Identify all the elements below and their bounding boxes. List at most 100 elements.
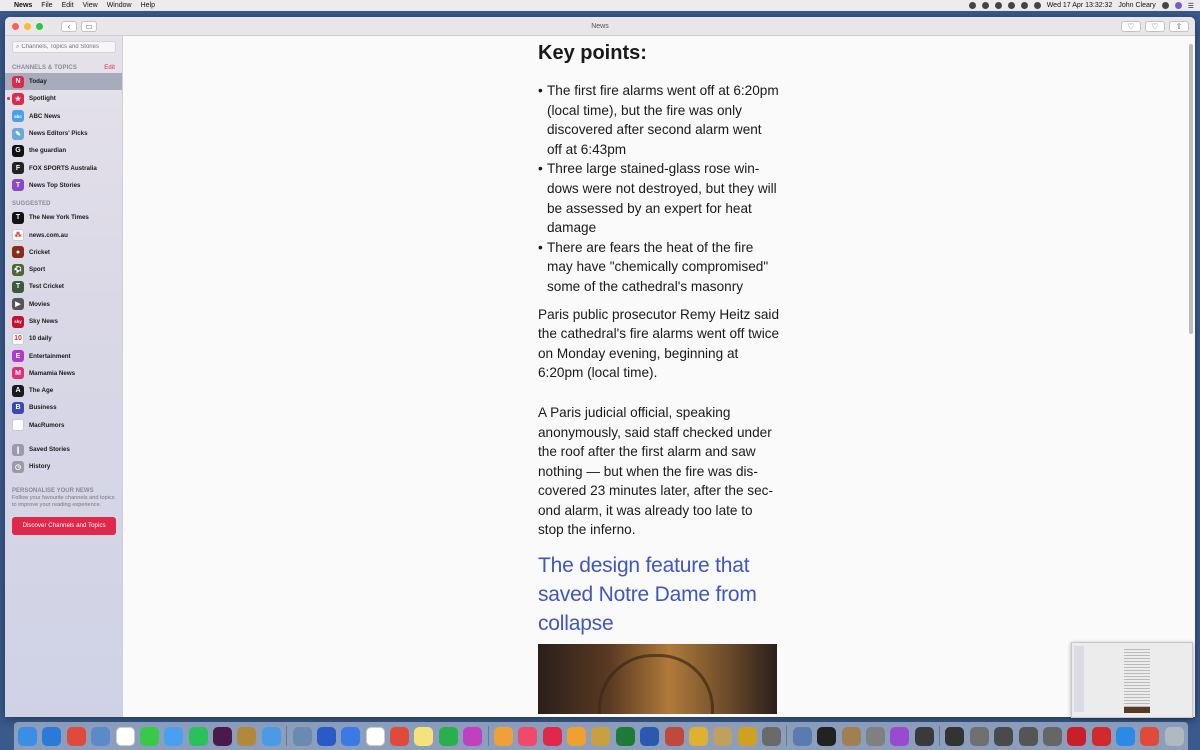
dock-fantastical-icon[interactable] [390,726,409,746]
notre-dame-image[interactable] [538,644,777,715]
dock-facetime-icon[interactable] [139,726,159,746]
dock-things-icon[interactable] [341,726,361,746]
sidebar-item-saved-stories[interactable]: ❙ Saved Stories [5,441,122,458]
minimize-window-button[interactable] [24,22,31,30]
edit-button[interactable]: Edit [104,65,115,71]
dock-chrome-icon[interactable] [66,726,86,746]
notification-center-icon[interactable]: ☰ [1188,2,1194,10]
menu-window[interactable]: Window [107,2,132,9]
dock-excel-icon[interactable] [615,726,635,746]
dock-app-c-icon[interactable] [737,726,757,746]
dock-app-m-icon[interactable] [1042,726,1062,746]
dock-tweetbot-icon[interactable] [261,726,281,746]
dock-news-icon[interactable] [542,726,562,746]
sidebar-item-sky-news[interactable]: sky Sky News [5,313,122,330]
sidebar-item-history[interactable]: ◷ History [5,458,122,475]
sidebar-item-sport[interactable]: ⚽ Sport [5,261,122,278]
dock-notebook-icon[interactable] [237,726,257,746]
discover-channels-button[interactable]: Discover Channels and Topics [12,516,116,535]
screenshot-thumbnail[interactable] [1071,642,1193,718]
siri-icon[interactable] [1174,2,1182,9]
menu-edit[interactable]: Edit [62,2,74,9]
sidebar-item-movies[interactable]: ▶ Movies [5,296,122,313]
dock-apple-icon[interactable] [1140,726,1160,746]
status-icon[interactable] [1007,2,1015,9]
dock-app-a-icon[interactable] [688,726,708,746]
dislike-button[interactable]: ♡ [1145,20,1165,32]
sidebar-item-test-cricket[interactable]: T Test Cricket [5,278,122,295]
sidebar-item-abc-news[interactable]: abc ABC News [5,108,122,125]
dock-notes-icon[interactable] [414,726,434,746]
clock[interactable]: Wed 17 Apr 13:32:32 [1047,2,1113,9]
sidebar-item-10-daily[interactable]: 10 10 daily [5,330,122,347]
dock-app-j-icon[interactable] [969,726,989,746]
article-subheading-link[interactable]: The design feature that saved Notre Dame… [538,551,780,638]
sidebar-item-today[interactable]: N Today [5,73,122,91]
dock-pointer-icon[interactable] [292,726,312,746]
dock-slack-icon[interactable] [213,726,232,746]
menu-file[interactable]: File [41,2,52,9]
dock-evernote-icon[interactable] [438,726,458,746]
dock-pages-icon[interactable] [567,726,586,746]
dock-calendar-icon[interactable] [115,726,135,746]
sidebar-item-news-com-au[interactable]: ⁂ news.com.au [5,226,122,243]
dock-word-icon[interactable] [640,726,660,746]
sidebar-item-the-guardian[interactable]: Gthe guardian [5,142,122,159]
fullscreen-window-button[interactable] [36,22,43,30]
status-icon[interactable] [981,2,989,9]
sidebar-item-cricket[interactable]: ● Cricket [5,244,122,261]
status-icon[interactable] [1020,2,1028,9]
sidebar-item-entertainment[interactable]: E Entertainment [5,347,122,364]
back-button[interactable]: ‹ [61,20,77,32]
sidebar-item-the-new-york-times[interactable]: T The New York Times [5,209,122,226]
dock-finder-icon[interactable] [18,726,37,746]
dock-whatsapp-icon[interactable] [188,726,208,746]
dock-appstore-icon[interactable] [1116,726,1135,746]
share-button[interactable]: ⇧ [1169,20,1189,32]
dock-app-l-icon[interactable] [1018,726,1038,746]
dock-music-icon[interactable] [518,726,538,746]
sidebar-item-news-top-stories[interactable]: T News Top Stories [5,177,122,194]
dock-safari-icon[interactable] [42,726,62,746]
menu-view[interactable]: View [83,2,98,9]
sidebar-item-news-editors-picks[interactable]: ✎ News Editors' Picks [5,125,122,142]
sidebar-item-business[interactable]: B Business [5,399,122,416]
sidebar-item-mamamia-news[interactable]: M Mamamia News [5,365,122,382]
dock-acrobat-icon[interactable] [1067,726,1087,746]
dock-flower-icon[interactable] [463,726,483,746]
dock-app-e-icon[interactable] [841,726,861,746]
love-button[interactable]: ♡ [1121,20,1141,32]
dock-app-g-icon[interactable] [890,726,910,746]
dock-preview-icon[interactable] [91,726,111,746]
status-icon[interactable] [968,2,976,9]
dock-app-f-icon[interactable] [865,726,885,746]
sidebar-toggle-button[interactable]: ▭ [81,20,97,32]
status-icon[interactable] [1033,2,1041,9]
dock-photos-icon[interactable] [493,726,513,746]
user-name[interactable]: John Cleary [1118,2,1155,9]
dock-messages-icon[interactable] [164,726,184,746]
dock-onepassword-icon[interactable] [316,726,336,746]
dock-keynote-icon[interactable] [591,726,611,746]
dock-app-i-icon[interactable] [945,726,965,746]
sidebar-item-fox-sports-australia[interactable]: F FOX SPORTS Australia [5,159,122,176]
close-window-button[interactable] [12,22,19,30]
menu-help[interactable]: Help [141,2,155,9]
dock-app-b-icon[interactable] [713,726,733,746]
search-field[interactable]: ⌕ [12,41,116,53]
sidebar-item-macrumors[interactable]: MacRumors [5,417,122,434]
sidebar-item-the-age[interactable]: A The Age [5,382,122,399]
dock-app-k-icon[interactable] [994,726,1014,746]
dock-app-n-icon[interactable] [1091,726,1111,746]
dock-terminal-icon[interactable] [817,726,837,746]
dock-system-icon[interactable] [792,726,812,746]
dock-mosaic-icon[interactable] [664,726,684,746]
dock-app-h-icon[interactable] [914,726,934,746]
status-icon[interactable] [994,2,1002,9]
dock-app-d-icon[interactable] [762,726,781,746]
search-input[interactable] [21,44,112,50]
article-view[interactable]: Key points: The first fire alarms went o… [123,36,1195,717]
dock-trash-icon[interactable] [1164,726,1184,746]
spotlight-search-icon[interactable] [1161,2,1169,9]
sidebar-item-spotlight[interactable]: ★ Spotlight [5,90,122,107]
